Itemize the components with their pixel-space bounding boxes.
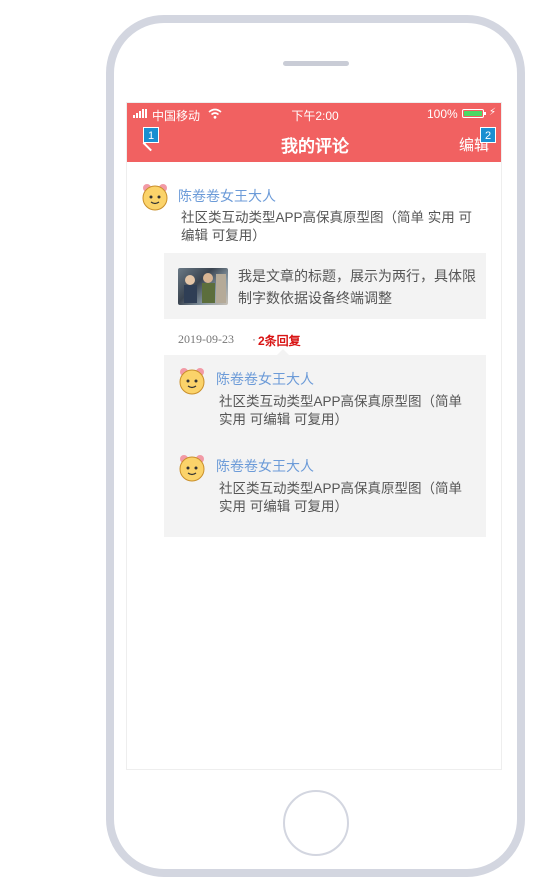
comment-username[interactable]: 陈卷卷女王大人 [178, 186, 276, 206]
reply-box: 陈卷卷女王大人 社区类互动类型APP高保真原型图（简单 实用 可编辑 可复用） … [164, 355, 486, 537]
user-avatar[interactable] [141, 183, 169, 211]
article-card[interactable]: 我是文章的标题，展示为两行，具体限制字数依据设备终端调整 [164, 253, 486, 319]
reply-username[interactable]: 陈卷卷女王大人 [216, 456, 314, 476]
reply-count-link[interactable]: 2条回复 [258, 332, 301, 349]
speaker-grille [283, 61, 349, 66]
reply-text: 社区类互动类型APP高保真原型图（简单 实用 可编辑 可复用） [219, 394, 463, 427]
comment-text: 社区类互动类型APP高保真原型图（简单 实用 可编辑 可复用） [181, 210, 473, 243]
reply-text: 社区类互动类型APP高保真原型图（简单 实用 可编辑 可复用） [219, 481, 463, 514]
screen: 中国移动 下午2:00 100% ⚡ 1 我的评论 编辑 2 陈卷卷女王大人 社… [126, 102, 502, 770]
battery-icon [462, 109, 486, 118]
status-bar: 中国移动 下午2:00 100% ⚡ [127, 103, 501, 125]
page-title: 我的评论 [281, 137, 349, 156]
article-title: 我是文章的标题，展示为两行，具体限制字数依据设备终端调整 [238, 268, 476, 306]
reply-username[interactable]: 陈卷卷女王大人 [216, 369, 314, 389]
battery-percent: 100% [427, 107, 458, 121]
reply-avatar[interactable] [178, 454, 206, 482]
home-button[interactable] [283, 790, 349, 856]
meta-separator: · [252, 332, 256, 346]
reply-avatar[interactable] [178, 367, 206, 395]
annotation-marker-2: 2 [480, 127, 496, 143]
header: 中国移动 下午2:00 100% ⚡ 1 我的评论 编辑 2 [127, 103, 501, 162]
comment-date: 2019-09-23 [178, 332, 234, 346]
charging-bolt-icon: ⚡ [489, 107, 497, 118]
article-thumbnail [178, 268, 228, 305]
